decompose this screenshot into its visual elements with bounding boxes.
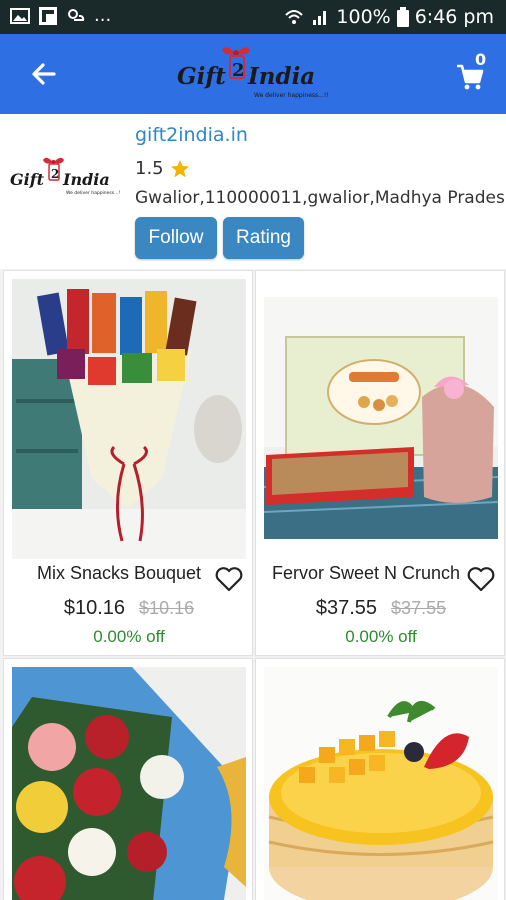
product-old-price: $37.55: [391, 598, 447, 618]
product-name: Mix Snacks Bouquet: [36, 563, 202, 583]
star-icon: [170, 159, 189, 177]
product-discount: 0.00% off: [93, 627, 165, 646]
roses-bouquet-image: [12, 667, 246, 900]
weather-icon: [68, 9, 85, 21]
svg-text:India: India: [62, 170, 110, 189]
back-arrow-icon[interactable]: [28, 58, 60, 90]
product-discount: 0.00% off: [345, 627, 417, 646]
gift2india-logo: Gift 2 India We deliver happiness...!!: [177, 47, 329, 99]
price-row: $10.16 $10.16: [4, 597, 252, 620]
product-price: $10.16: [63, 597, 126, 619]
product-price: $37.55: [315, 597, 378, 619]
product-card[interactable]: Fervor Sweet N Crunch $37.55 $37.55 0.00%…: [255, 270, 505, 656]
store-name-link[interactable]: gift2india.in: [135, 124, 248, 146]
svg-text:We deliver happiness...!!: We deliver happiness...!!: [254, 92, 329, 99]
heart-icon[interactable]: [466, 565, 496, 593]
image-icon: [10, 8, 30, 24]
battery-icon: [396, 7, 409, 27]
rating-value: 1.5: [135, 158, 164, 179]
svg-text:Gift: Gift: [177, 63, 226, 90]
price-row: $37.55 $37.55: [256, 597, 504, 620]
store-rating: 1.5: [135, 158, 190, 179]
product-card[interactable]: [255, 658, 505, 900]
rating-button[interactable]: Rating: [223, 217, 304, 259]
store-header: Gift 2 India We deliver happiness...!! g…: [0, 114, 506, 270]
svg-text:2: 2: [51, 167, 59, 181]
clock: 6:46 pm: [414, 6, 494, 28]
product-grid: Mix Snacks Bouquet $10.16 $10.16 0.00% of…: [0, 269, 506, 900]
sweets-box-image: [264, 297, 498, 539]
snacks-bouquet-image: [12, 279, 246, 559]
follow-button[interactable]: Follow: [135, 217, 217, 259]
heart-icon[interactable]: [214, 565, 244, 593]
flipboard-icon: [39, 7, 57, 25]
product-name: Fervor Sweet N Crunch: [271, 563, 461, 583]
svg-text:We deliver happiness...!!: We deliver happiness...!!: [66, 190, 120, 196]
battery-percent: 100%: [336, 6, 391, 28]
wifi-icon: [285, 10, 304, 24]
product-card[interactable]: Mix Snacks Bouquet $10.16 $10.16 0.00% of…: [3, 270, 253, 656]
svg-text:Gift: Gift: [10, 170, 45, 189]
mango-cake-image: [264, 667, 498, 900]
cart-count-badge: 0: [475, 50, 487, 69]
product-old-price: $10.16: [139, 598, 195, 618]
svg-text:2: 2: [232, 60, 245, 81]
product-card[interactable]: [3, 658, 253, 900]
svg-text:India: India: [247, 63, 315, 90]
store-address: Gwalior,110000011,gwalior,Madhya Pradesh: [135, 188, 506, 208]
signal-icon: [313, 11, 327, 25]
status-more-dots: ...: [94, 5, 112, 26]
store-logo: Gift 2 India We deliver happiness...!!: [10, 157, 120, 196]
app-bar: Gift 2 India We deliver happiness...!! 0: [0, 34, 506, 114]
status-bar: ... 100% 6:46 pm: [0, 0, 506, 34]
